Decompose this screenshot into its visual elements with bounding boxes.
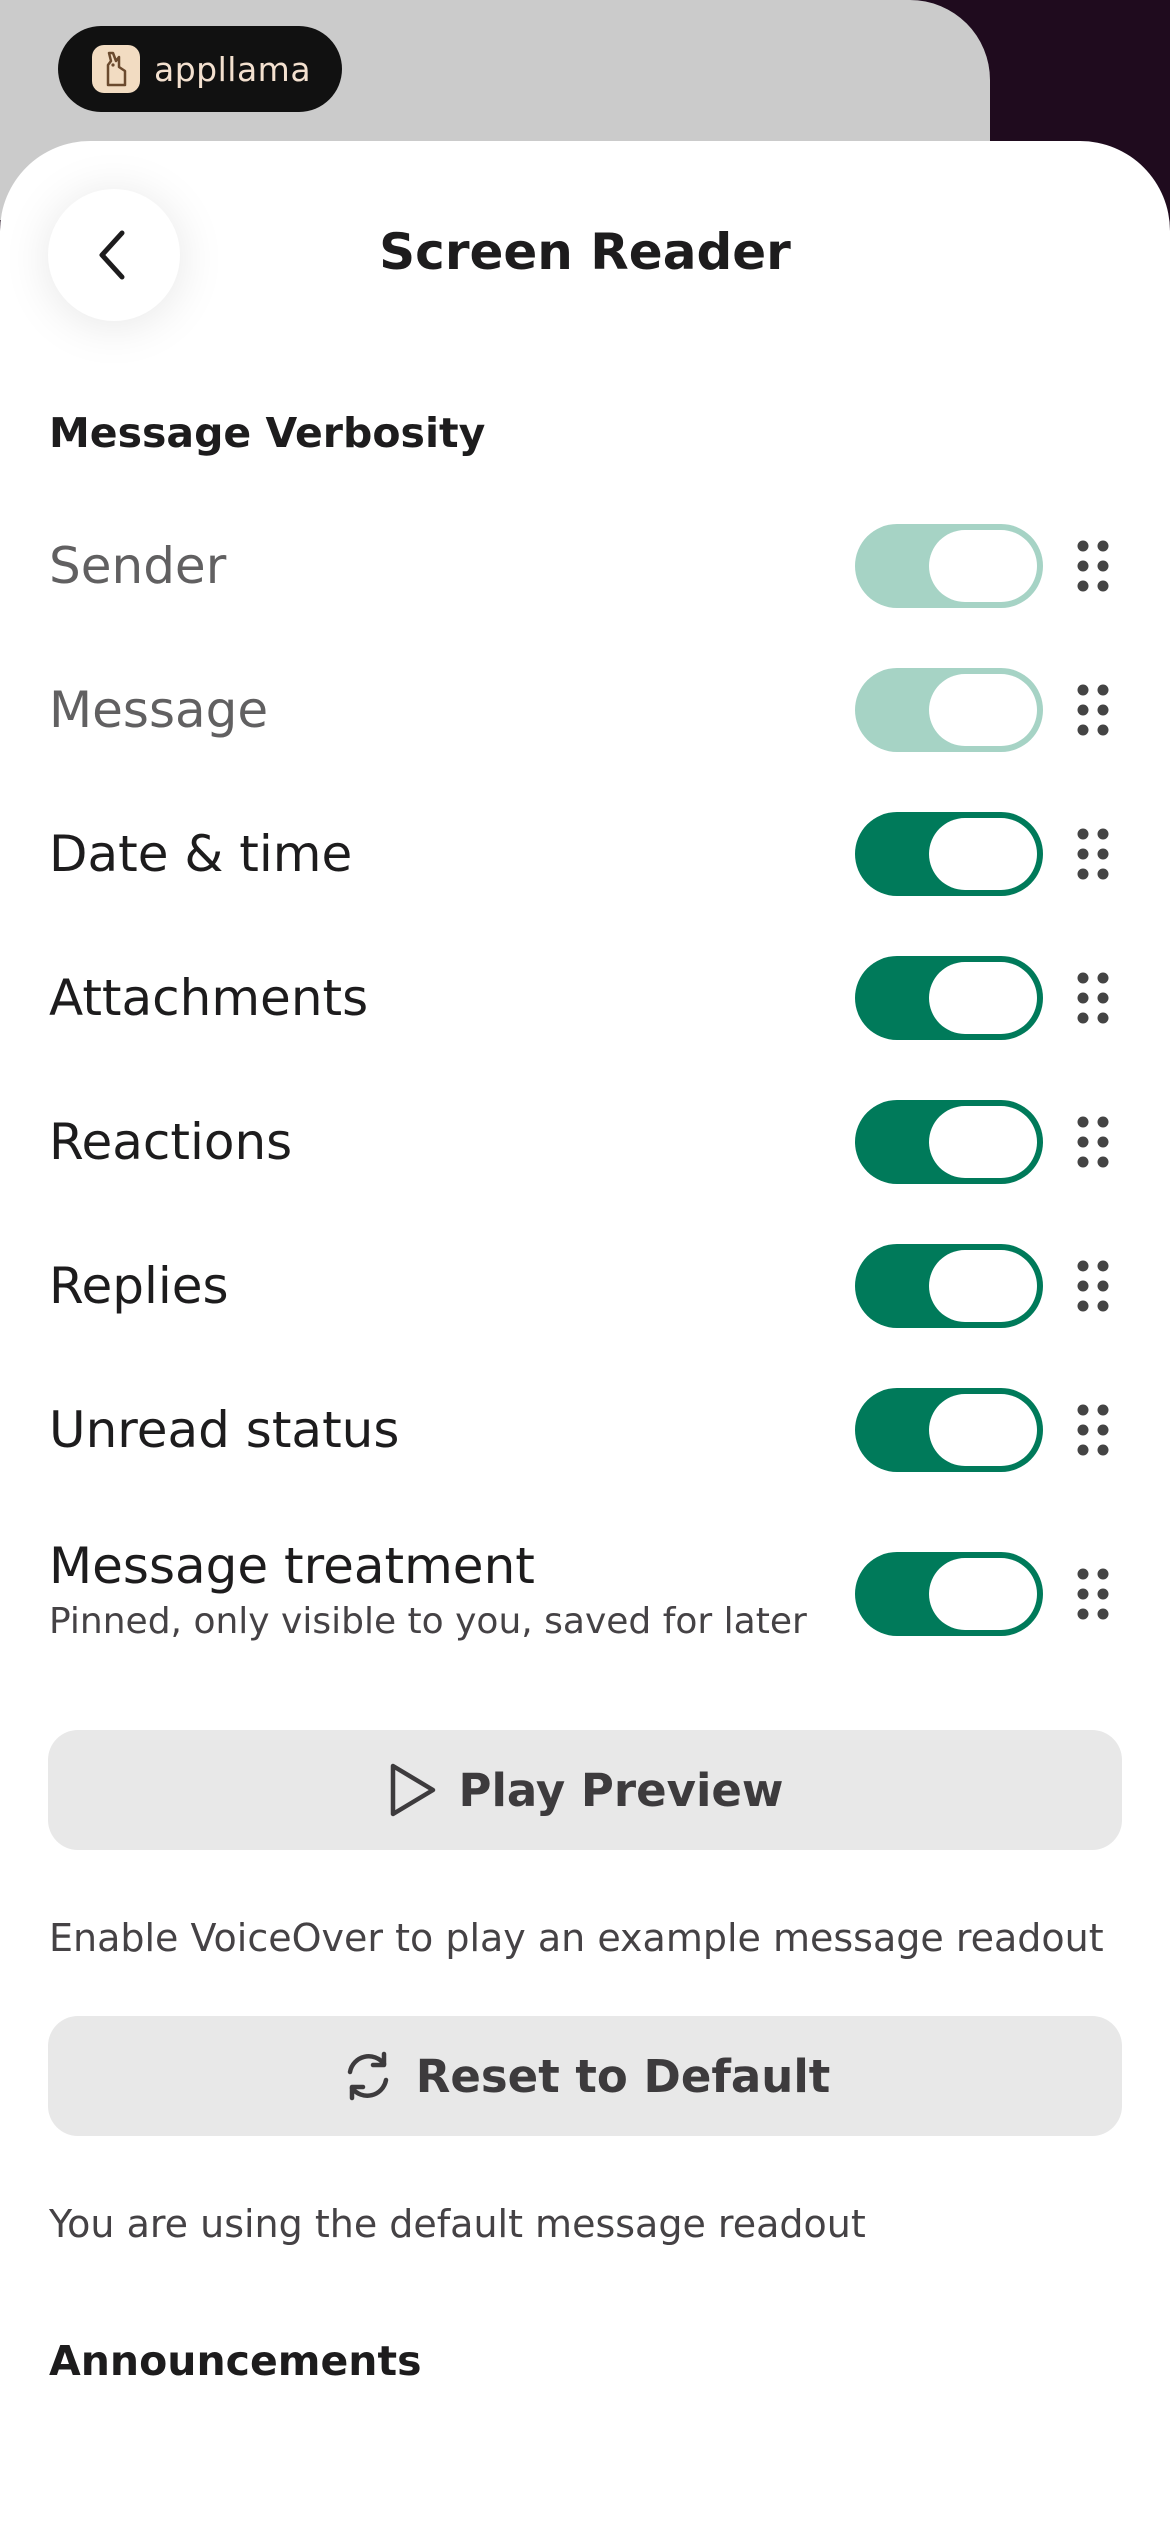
toggle-knob: [929, 1250, 1037, 1322]
drag-handle-icon[interactable]: [1073, 971, 1113, 1025]
row-sublabel: Pinned, only visible to you, saved for l…: [49, 1601, 807, 1642]
play-preview-button[interactable]: Play Preview: [48, 1730, 1122, 1850]
llama-logo-icon: [92, 45, 140, 93]
play-icon: [390, 1763, 435, 1817]
sender-toggle[interactable]: [855, 524, 1043, 608]
drag-handle-icon[interactable]: [1073, 683, 1113, 737]
replies-toggle[interactable]: [855, 1244, 1043, 1328]
section-heading-verbosity: Message Verbosity: [49, 409, 486, 457]
reset-note: You are using the default message readou…: [49, 2202, 866, 2246]
row-label: Attachments: [49, 969, 369, 1027]
row-label: Unread status: [49, 1401, 400, 1459]
preview-note: Enable VoiceOver to play an example mess…: [49, 1916, 1104, 1960]
row-unread-status: Unread status: [0, 1375, 1170, 1485]
toggle-knob: [929, 818, 1037, 890]
message-treatment-toggle[interactable]: [855, 1552, 1043, 1636]
row-label: Replies: [49, 1257, 229, 1315]
toggle-knob: [929, 1394, 1037, 1466]
row-label: Date & time: [49, 825, 353, 883]
reactions-toggle[interactable]: [855, 1100, 1043, 1184]
row-label: Reactions: [49, 1113, 293, 1171]
row-date-time: Date & time: [0, 799, 1170, 909]
play-preview-label: Play Preview: [458, 1763, 784, 1817]
toggle-knob: [929, 962, 1037, 1034]
attachments-toggle[interactable]: [855, 956, 1043, 1040]
unread-status-toggle[interactable]: [855, 1388, 1043, 1472]
row-attachments: Attachments: [0, 943, 1170, 1053]
section-heading-announcements: Announcements: [49, 2337, 422, 2385]
refresh-icon: [347, 2051, 388, 2101]
drag-handle-icon[interactable]: [1073, 1403, 1113, 1457]
row-message-treatment: Message treatment Pinned, only visible t…: [0, 1529, 1170, 1659]
toggle-knob: [929, 530, 1037, 602]
toggle-knob: [929, 1558, 1037, 1630]
drag-handle-icon[interactable]: [1073, 539, 1113, 593]
date-time-toggle[interactable]: [855, 812, 1043, 896]
page-title: Screen Reader: [379, 223, 791, 281]
drag-handle-icon[interactable]: [1073, 827, 1113, 881]
reset-default-label: Reset to Default: [415, 2049, 831, 2103]
brand-name: appllama: [154, 49, 312, 89]
brand-pill: appllama: [58, 26, 342, 112]
toggle-knob: [929, 674, 1037, 746]
toggle-knob: [929, 1106, 1037, 1178]
row-sender: Sender: [0, 511, 1170, 621]
row-reactions: Reactions: [0, 1087, 1170, 1197]
row-label: Message: [49, 681, 269, 739]
drag-handle-icon[interactable]: [1073, 1115, 1113, 1169]
row-message: Message: [0, 655, 1170, 765]
drag-handle-icon[interactable]: [1073, 1259, 1113, 1313]
row-replies: Replies: [0, 1231, 1170, 1341]
settings-sheet: Screen Reader Message Verbosity Sender M…: [0, 141, 1170, 2532]
reset-default-button[interactable]: Reset to Default: [48, 2016, 1122, 2136]
drag-handle-icon[interactable]: [1073, 1567, 1113, 1621]
row-label: Sender: [49, 537, 227, 595]
message-toggle[interactable]: [855, 668, 1043, 752]
row-label: Message treatment: [49, 1537, 535, 1595]
